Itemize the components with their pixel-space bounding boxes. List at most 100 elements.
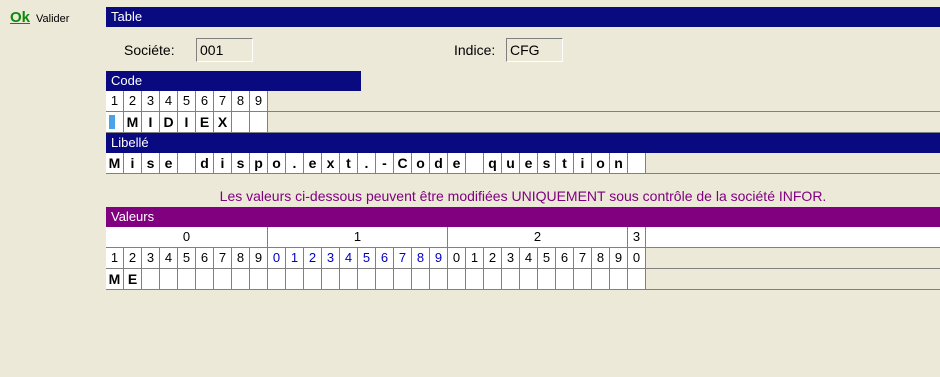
code-char-cell[interactable]: D bbox=[160, 112, 178, 132]
libelle-char-cell[interactable]: i bbox=[124, 153, 142, 173]
libelle-char-cell[interactable]: - bbox=[376, 153, 394, 173]
libelle-char-cell[interactable]: C bbox=[394, 153, 412, 173]
code-char-cell[interactable] bbox=[232, 112, 250, 132]
libelle-char-cell[interactable]: s bbox=[232, 153, 250, 173]
libelle-char-cell[interactable]: n bbox=[610, 153, 628, 173]
libelle-char-cell[interactable]: i bbox=[214, 153, 232, 173]
valeurs-char-cell[interactable] bbox=[430, 269, 448, 289]
libelle-char-cell[interactable]: o bbox=[592, 153, 610, 173]
code-digit-cell: 4 bbox=[160, 91, 178, 111]
valeurs-digit-cell: 1 bbox=[106, 248, 124, 268]
valeurs-char-cell[interactable] bbox=[232, 269, 250, 289]
societe-indice-row: Sociéte: 001 Indice: CFG bbox=[106, 27, 940, 71]
valeurs-char-cell[interactable] bbox=[214, 269, 232, 289]
valeurs-char-cell[interactable] bbox=[484, 269, 502, 289]
valeurs-char-cell[interactable] bbox=[340, 269, 358, 289]
valeurs-char-cell[interactable] bbox=[538, 269, 556, 289]
valeurs-digit-cell: 8 bbox=[592, 248, 610, 268]
valeurs-digit-cell: 2 bbox=[304, 248, 322, 268]
code-char-row: MIDIEX bbox=[106, 112, 940, 133]
libelle-char-cell[interactable]: s bbox=[538, 153, 556, 173]
libelle-char-row: Misedispo.ext.-Codequestion bbox=[106, 153, 940, 174]
libelle-char-cell[interactable]: . bbox=[286, 153, 304, 173]
valeurs-digit-cell: 0 bbox=[448, 248, 466, 268]
libelle-char-cell[interactable]: o bbox=[268, 153, 286, 173]
libelle-char-cell[interactable] bbox=[178, 153, 196, 173]
libelle-char-cell[interactable] bbox=[466, 153, 484, 173]
code-char-cell[interactable] bbox=[106, 112, 124, 132]
valeurs-char-cell[interactable] bbox=[628, 269, 646, 289]
valeurs-char-cell[interactable]: E bbox=[124, 269, 142, 289]
valeurs-group-row: 0123 bbox=[106, 227, 940, 248]
code-char-cell[interactable] bbox=[250, 112, 268, 132]
valeurs-char-cell[interactable] bbox=[268, 269, 286, 289]
valeurs-char-cell[interactable] bbox=[376, 269, 394, 289]
libelle-char-cell[interactable]: o bbox=[412, 153, 430, 173]
valeurs-digit-cell: 4 bbox=[160, 248, 178, 268]
libelle-char-cell[interactable]: M bbox=[106, 153, 124, 173]
valeurs-char-cell[interactable] bbox=[160, 269, 178, 289]
valeurs-char-cell[interactable] bbox=[142, 269, 160, 289]
valeurs-digit-cell: 0 bbox=[628, 248, 646, 268]
validate-button[interactable]: Ok Valider bbox=[10, 9, 69, 26]
code-digit-cell: 6 bbox=[196, 91, 214, 111]
libelle-char-cell[interactable]: e bbox=[448, 153, 466, 173]
libelle-char-cell[interactable]: e bbox=[160, 153, 178, 173]
code-digit-cell: 1 bbox=[106, 91, 124, 111]
code-char-cell[interactable]: E bbox=[196, 112, 214, 132]
libelle-char-cell[interactable]: d bbox=[196, 153, 214, 173]
valeurs-char-cell[interactable] bbox=[178, 269, 196, 289]
libelle-char-cell[interactable]: t bbox=[556, 153, 574, 173]
valeurs-char-cell[interactable] bbox=[502, 269, 520, 289]
valeurs-digit-cell: 3 bbox=[142, 248, 160, 268]
valeurs-char-cell[interactable] bbox=[592, 269, 610, 289]
code-char-cell[interactable]: M bbox=[124, 112, 142, 132]
code-digit-cell: 8 bbox=[232, 91, 250, 111]
libelle-char-cell[interactable]: d bbox=[430, 153, 448, 173]
warning-notice: Les valeurs ci-dessous peuvent être modi… bbox=[219, 188, 827, 204]
valeurs-char-cell[interactable] bbox=[358, 269, 376, 289]
societe-field[interactable]: 001 bbox=[196, 38, 253, 62]
libelle-char-cell[interactable]: s bbox=[142, 153, 160, 173]
code-section-header: Code bbox=[106, 71, 361, 91]
code-char-cell[interactable]: I bbox=[178, 112, 196, 132]
valeurs-char-cell[interactable] bbox=[448, 269, 466, 289]
valeurs-char-cell[interactable] bbox=[304, 269, 322, 289]
code-char-cell[interactable]: X bbox=[214, 112, 232, 132]
code-digit-cell: 3 bbox=[142, 91, 160, 111]
valeurs-char-cell[interactable] bbox=[394, 269, 412, 289]
libelle-section-header: Libellé bbox=[106, 133, 940, 153]
libelle-char-cell[interactable]: t bbox=[340, 153, 358, 173]
valeurs-char-cell[interactable] bbox=[610, 269, 628, 289]
libelle-char-cell[interactable]: u bbox=[502, 153, 520, 173]
valeurs-char-cell[interactable] bbox=[196, 269, 214, 289]
libelle-char-cell[interactable]: q bbox=[484, 153, 502, 173]
valeurs-char-cell[interactable] bbox=[286, 269, 304, 289]
indice-label: Indice: bbox=[454, 42, 496, 58]
indice-field[interactable]: CFG bbox=[506, 38, 563, 62]
libelle-char-cell[interactable] bbox=[628, 153, 646, 173]
libelle-char-cell[interactable]: i bbox=[574, 153, 592, 173]
valeurs-char-cell[interactable] bbox=[250, 269, 268, 289]
libelle-char-cell[interactable]: p bbox=[250, 153, 268, 173]
valeurs-group-header: 1 bbox=[268, 227, 448, 247]
valeurs-digit-cell: 4 bbox=[340, 248, 358, 268]
valeurs-char-cell[interactable] bbox=[412, 269, 430, 289]
valeurs-digit-cell: 9 bbox=[610, 248, 628, 268]
valeurs-section-header: Valeurs bbox=[106, 207, 940, 227]
libelle-char-cell[interactable]: e bbox=[520, 153, 538, 173]
valeurs-digit-cell: 9 bbox=[430, 248, 448, 268]
code-char-cell[interactable]: I bbox=[142, 112, 160, 132]
valeurs-char-cell[interactable] bbox=[520, 269, 538, 289]
valeurs-char-cell[interactable] bbox=[574, 269, 592, 289]
valeurs-digit-cell: 9 bbox=[250, 248, 268, 268]
valeurs-char-cell[interactable] bbox=[466, 269, 484, 289]
libelle-char-cell[interactable]: . bbox=[358, 153, 376, 173]
libelle-char-cell[interactable]: e bbox=[304, 153, 322, 173]
valeurs-char-cell[interactable]: M bbox=[106, 269, 124, 289]
valeurs-char-cell[interactable] bbox=[556, 269, 574, 289]
libelle-char-cell[interactable]: x bbox=[322, 153, 340, 173]
valeurs-char-cell[interactable] bbox=[322, 269, 340, 289]
valeurs-group-header: 2 bbox=[448, 227, 628, 247]
valeurs-digit-cell: 7 bbox=[394, 248, 412, 268]
